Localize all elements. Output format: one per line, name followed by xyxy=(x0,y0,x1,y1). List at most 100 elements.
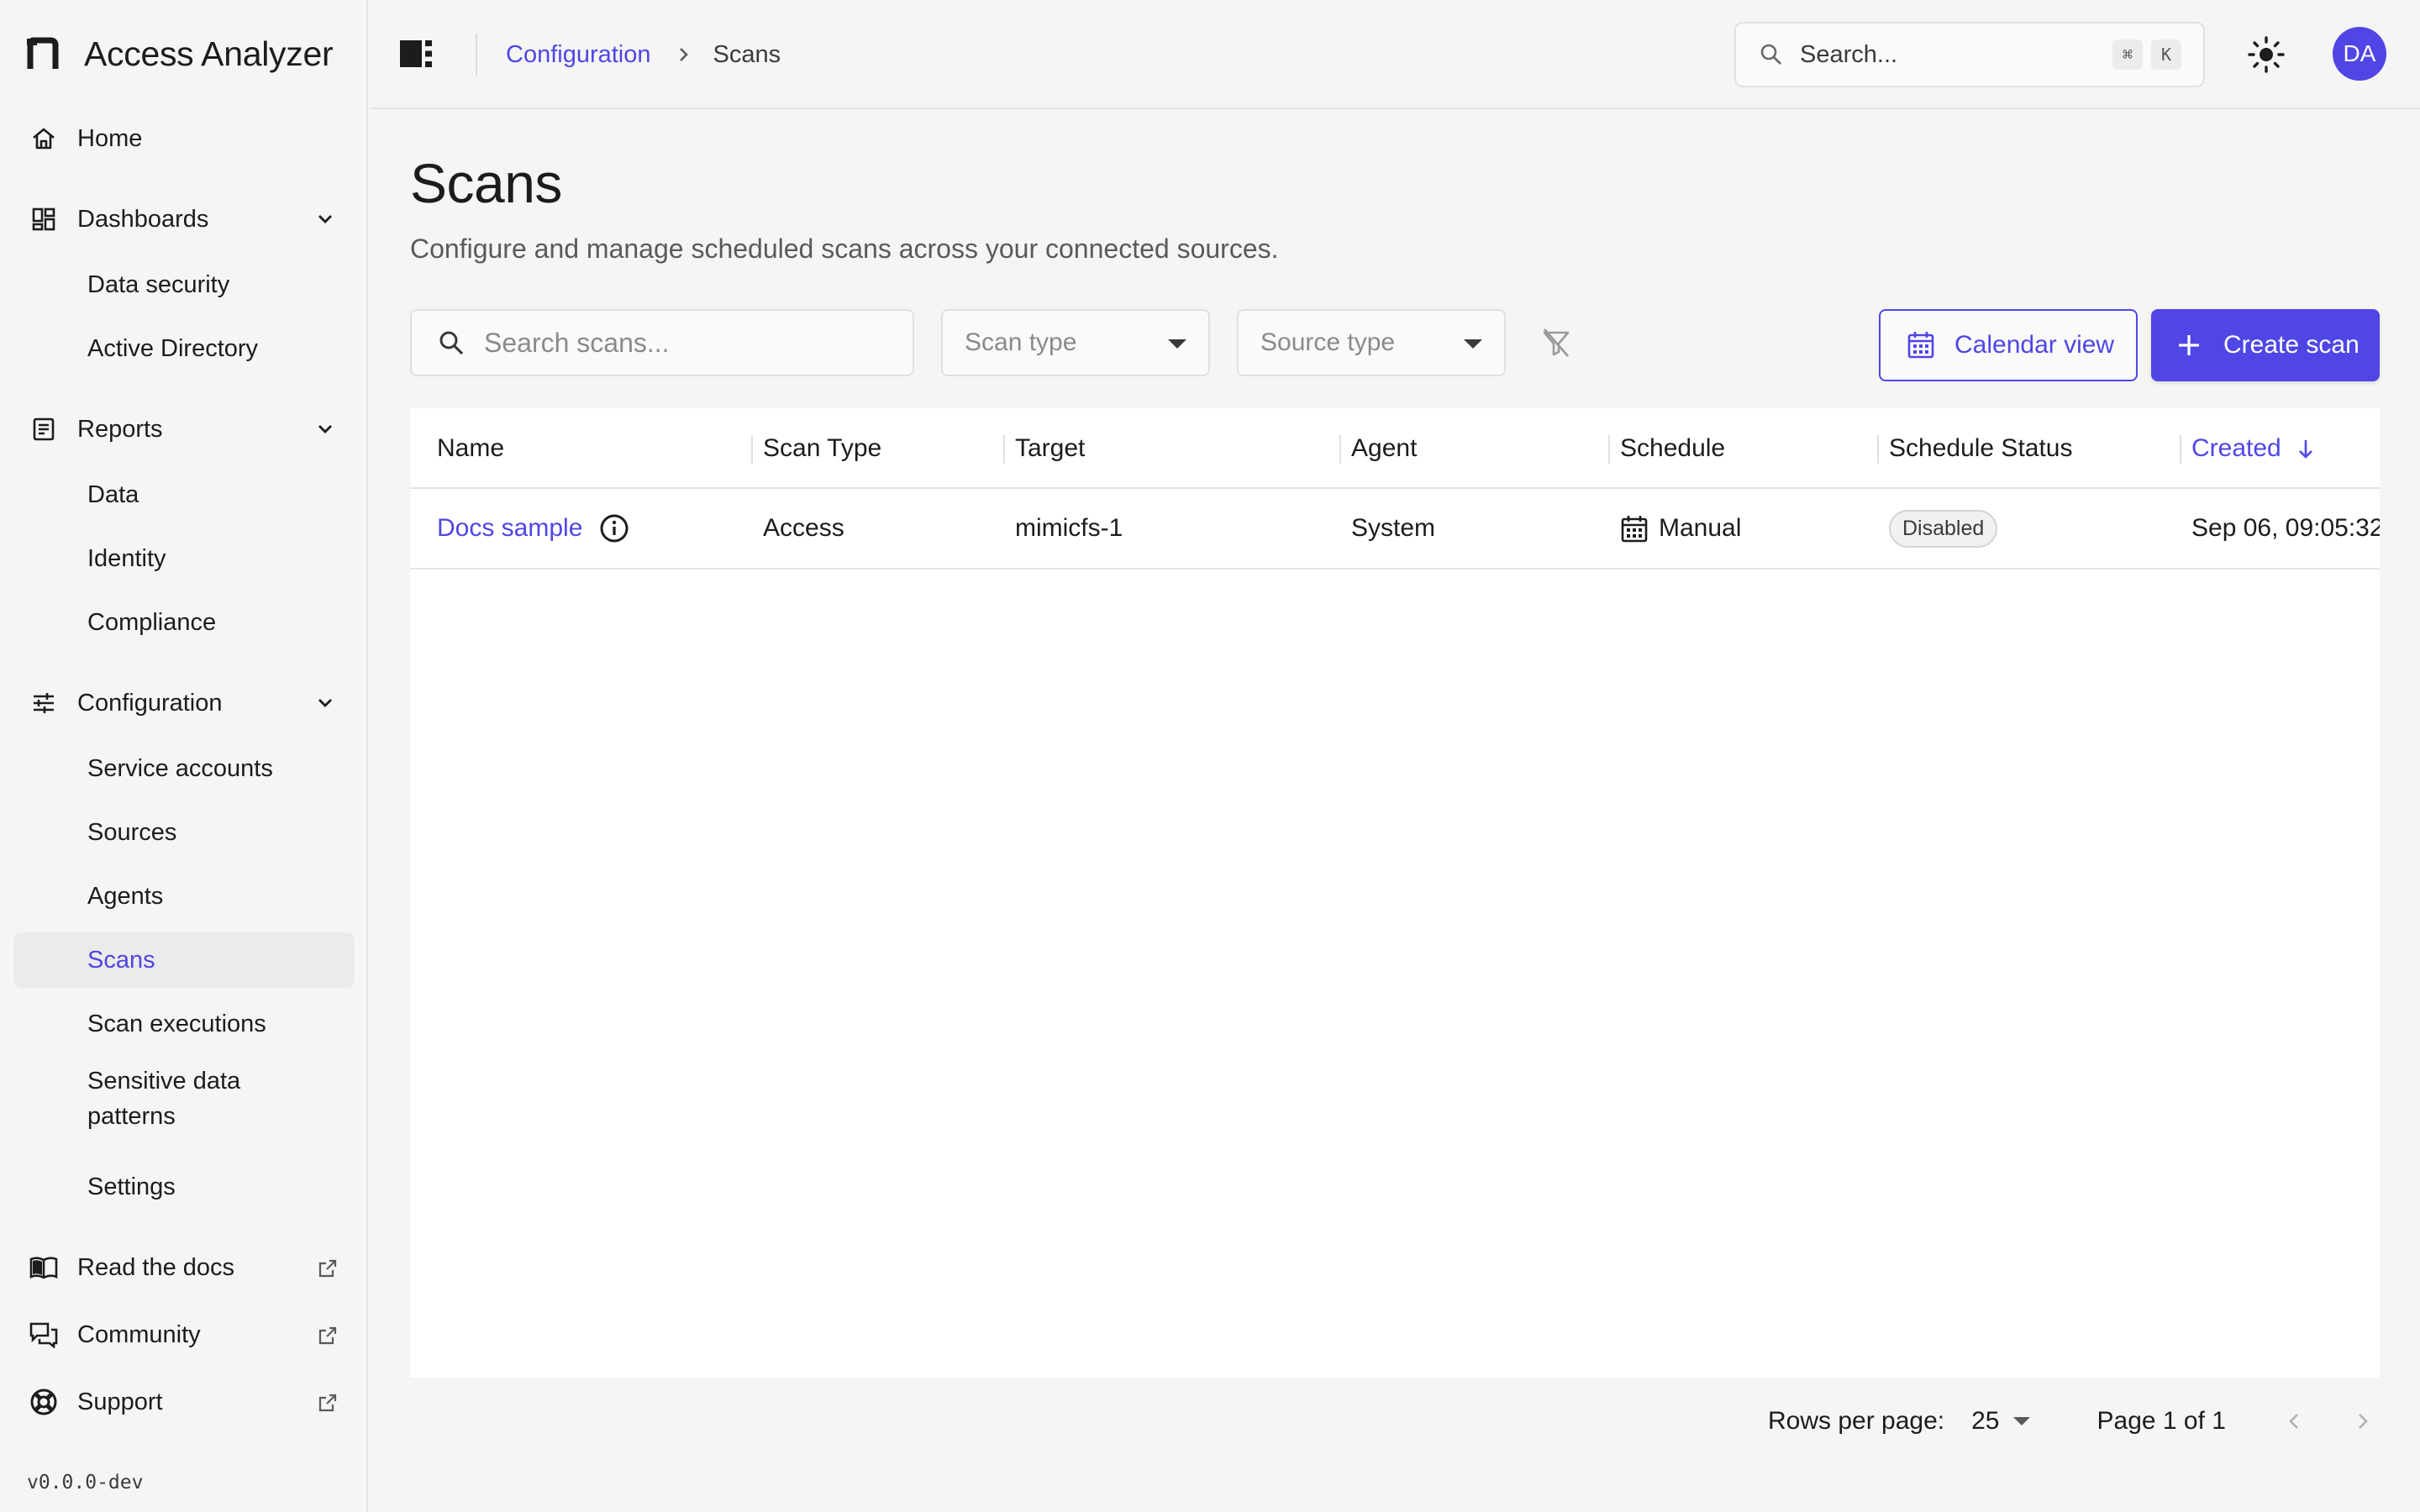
sidebar-link-docs[interactable]: Read the docs xyxy=(13,1240,355,1295)
clear-filter-icon[interactable] xyxy=(1539,326,1573,360)
sidebar-group-reports[interactable]: Reports xyxy=(13,402,355,457)
cell-scan-type: Access xyxy=(763,514,844,542)
scans-table: Name Scan Type Target Agent Schedule Sch… xyxy=(410,408,2380,1378)
lifebuoy-icon xyxy=(27,1385,60,1419)
page-info: Page 1 of 1 xyxy=(2096,1407,2226,1435)
rows-per-page-select[interactable]: 25 xyxy=(1971,1407,2030,1436)
previous-page-button[interactable] xyxy=(2278,1404,2312,1438)
next-page-button[interactable] xyxy=(2345,1404,2379,1438)
sidebar-link-support[interactable]: Support xyxy=(13,1374,355,1430)
sidebar-item-label: Dashboards xyxy=(77,205,209,233)
breadcrumb-current: Scans xyxy=(713,40,781,68)
sidebar-item-label: Configuration xyxy=(77,689,223,717)
sun-icon[interactable] xyxy=(2245,34,2287,76)
cell-name: Docs sample xyxy=(437,489,629,568)
search-icon xyxy=(439,331,464,355)
caret-down-icon xyxy=(1168,339,1186,349)
sidebar-toggle-icon[interactable] xyxy=(398,37,435,71)
pagination: Rows per page: 25 Page 1 of 1 xyxy=(1768,1394,2379,1448)
sidebar-item-agents[interactable]: Agents xyxy=(13,869,355,924)
sliders-icon xyxy=(27,686,60,720)
source-type-select[interactable]: Source type xyxy=(1237,309,1506,376)
page-title: Scans xyxy=(410,152,562,214)
table-row[interactable]: Docs sample Access mimicfs-1 System Manu… xyxy=(410,489,2380,570)
search-icon xyxy=(1760,44,1781,65)
avatar[interactable]: DA xyxy=(2333,27,2386,81)
brand[interactable]: Access Analyzer xyxy=(27,30,334,77)
info-icon[interactable] xyxy=(599,513,629,543)
column-header-name[interactable]: Name xyxy=(437,408,504,489)
sidebar-item-scan-executions[interactable]: Scan executions xyxy=(13,996,355,1052)
sidebar: Access Analyzer Home Dashboards Data sec… xyxy=(0,0,368,1512)
scan-type-placeholder: Scan type xyxy=(965,328,1077,356)
sidebar-item-service-accounts[interactable]: Service accounts xyxy=(13,741,355,796)
chevron-left-icon xyxy=(2289,1414,2298,1429)
chevron-right-icon xyxy=(679,48,688,61)
caret-down-icon xyxy=(1464,339,1482,349)
report-icon xyxy=(27,412,60,446)
scan-name-link[interactable]: Docs sample xyxy=(437,514,582,543)
global-search-placeholder: Search... xyxy=(1800,40,1898,68)
app-version: v0.0.0-dev xyxy=(27,1472,144,1494)
external-link-icon xyxy=(318,1394,337,1412)
chevron-down-icon xyxy=(318,425,332,433)
sidebar-item-compliance[interactable]: Compliance xyxy=(13,595,355,650)
status-badge: Disabled xyxy=(1889,509,1998,548)
app-logo-icon xyxy=(27,37,59,69)
calendar-view-button[interactable]: Calendar view xyxy=(1879,309,2138,381)
sidebar-group-dashboards[interactable]: Dashboards xyxy=(13,192,355,247)
column-header-scan-type[interactable]: Scan Type xyxy=(751,408,881,489)
source-type-placeholder: Source type xyxy=(1260,328,1396,356)
column-header-agent[interactable]: Agent xyxy=(1339,408,1417,489)
column-header-schedule[interactable]: Schedule xyxy=(1608,408,1725,489)
cell-schedule: Manual xyxy=(1620,489,1741,568)
sidebar-item-data[interactable]: Data xyxy=(13,467,355,522)
cell-created: Sep 06, 09:05:32 xyxy=(2191,514,2380,542)
sidebar-item-scans[interactable]: Scans xyxy=(13,932,355,988)
calendar-icon xyxy=(1621,516,1648,543)
calendar-view-label: Calendar view xyxy=(1954,331,2115,359)
cell-target: mimicfs-1 xyxy=(1015,514,1123,542)
sort-descending-icon xyxy=(2298,440,2312,459)
sidebar-item-label: Home xyxy=(77,124,143,152)
calendar-icon xyxy=(1907,332,1934,359)
topbar-divider xyxy=(476,34,477,76)
scan-type-select[interactable]: Scan type xyxy=(941,309,1210,376)
shortcut-key-cmd: ⌘ xyxy=(2112,39,2143,70)
sidebar-item-home[interactable]: Home xyxy=(13,111,355,166)
book-icon xyxy=(27,1251,60,1284)
plus-icon xyxy=(2179,335,2199,355)
breadcrumb-configuration[interactable]: Configuration xyxy=(506,41,651,69)
breadcrumb: Configuration Scans xyxy=(506,37,781,72)
sidebar-item-identity[interactable]: Identity xyxy=(13,531,355,586)
caret-down-icon xyxy=(2012,1417,2030,1425)
create-scan-button[interactable]: Create scan xyxy=(2151,309,2380,381)
sidebar-item-active-directory[interactable]: Active Directory xyxy=(13,321,355,376)
scan-search[interactable] xyxy=(410,309,914,376)
sidebar-item-label: Reports xyxy=(77,415,163,443)
sidebar-item-settings[interactable]: Settings xyxy=(13,1159,355,1215)
dashboard-icon xyxy=(27,202,60,236)
column-header-schedule-status[interactable]: Schedule Status xyxy=(1877,408,2072,489)
shortcut-key-k: K xyxy=(2151,39,2181,70)
global-search[interactable]: Search... ⌘ K xyxy=(1734,22,2205,87)
create-scan-label: Create scan xyxy=(2223,331,2360,359)
sidebar-item-label: Community xyxy=(77,1320,201,1348)
scan-search-input[interactable] xyxy=(484,327,887,359)
sidebar-item-sources[interactable]: Sources xyxy=(13,805,355,860)
home-icon xyxy=(27,122,60,155)
rows-per-page-value: 25 xyxy=(1971,1407,2000,1435)
sidebar-item-sensitive-data-patterns[interactable]: Sensitive data patterns xyxy=(13,1060,299,1137)
sidebar-group-configuration[interactable]: Configuration xyxy=(13,675,355,731)
app-name: Access Analyzer xyxy=(84,34,334,73)
topbar: Configuration Scans Search... ⌘ K DA xyxy=(370,0,2420,109)
sidebar-item-data-security[interactable]: Data security xyxy=(13,257,355,312)
chevron-down-icon xyxy=(318,699,332,707)
sidebar-link-community[interactable]: Community xyxy=(13,1307,355,1362)
chevron-down-icon xyxy=(318,215,332,223)
chevron-right-icon xyxy=(2359,1414,2368,1429)
sidebar-item-label: Support xyxy=(77,1388,163,1415)
cell-agent: System xyxy=(1351,514,1436,542)
column-header-target[interactable]: Target xyxy=(1003,408,1085,489)
column-header-created[interactable]: Created xyxy=(2180,408,2318,489)
